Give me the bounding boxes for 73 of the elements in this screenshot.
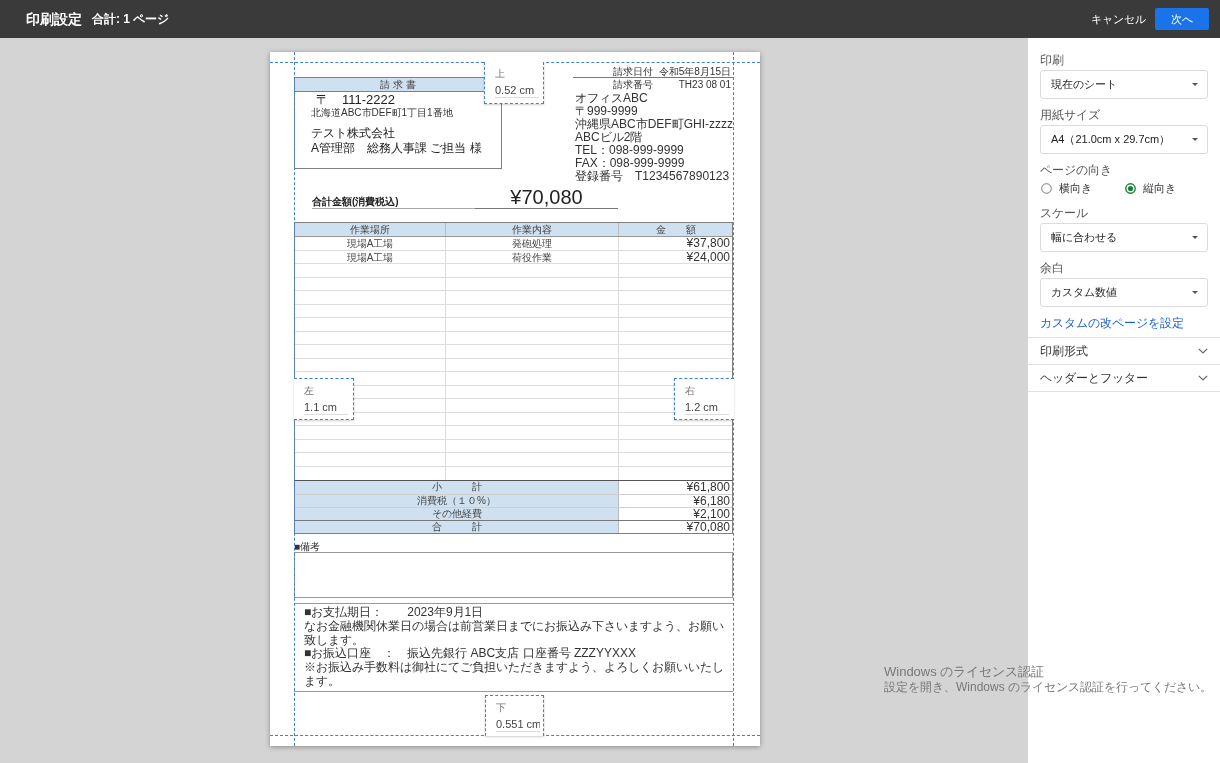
caret-icon (1192, 83, 1198, 86)
caret-icon (1192, 236, 1198, 239)
field-label: 余白 (1040, 261, 1064, 275)
margin-label: 下 (496, 702, 506, 714)
page-count: 合計: 1 ページ (92, 12, 170, 26)
column-header: 作業場所 (295, 223, 446, 236)
recipient-company: テスト株式会社 (311, 126, 395, 141)
table-cell: 現場A工場 (295, 250, 446, 264)
note-line: ■お支払期日： 2023年9月1日 (304, 606, 484, 620)
accordion-header[interactable]: 印刷形式 (1028, 337, 1220, 364)
caret-icon (1192, 291, 1198, 294)
dropdown[interactable]: A4（21.0cm x 29.7cm） (1040, 125, 1208, 154)
margin-popup[interactable]: 右 1.2 cm (674, 378, 734, 420)
totals-label: その他経費 (295, 508, 619, 520)
totals-label: 合 計 (295, 521, 619, 533)
field-value: TH23 08 01 (678, 79, 731, 90)
activation-notice-message: 設定を開き、Windows のライセンス認証を行ってください。 (884, 680, 1212, 695)
field-label: ページの向き (1040, 163, 1112, 177)
table-cell: 荷役作業 (446, 250, 619, 264)
margin-label: 左 (304, 385, 314, 397)
table-cell: 発砲処理 (446, 237, 619, 250)
column-header: 作業内容 (446, 223, 619, 236)
table-cell-text: ¥37,800 (685, 237, 731, 250)
totals-value: ¥6,180 (692, 495, 731, 507)
recipient-attention: A管理部 総務人事課 ご担当 様 (311, 141, 482, 156)
margin-label: 上 (495, 68, 505, 80)
issuer-line: 〒999-9999 (575, 105, 638, 118)
postal-code: 〒 111-2222 (315, 93, 395, 107)
field-label: 請求番号 (613, 79, 653, 90)
margin-input[interactable]: 1.2 cm (685, 400, 729, 415)
issuer-line: オフィスABC (575, 92, 648, 105)
table-cell-text: ¥24,000 (685, 250, 731, 264)
field-value: 令和5年8月15日 (658, 66, 731, 77)
remarks-label: ■備考 (294, 542, 321, 552)
field-label: スケール (1040, 206, 1088, 220)
cancel-button[interactable]: キャンセル (1086, 8, 1151, 30)
margin-label: 右 (685, 385, 695, 397)
margin-popup[interactable]: 上 0.52 cm (484, 62, 544, 104)
table-cell: 現場A工場 (295, 237, 446, 250)
field-label: 用紙サイズ (1040, 108, 1100, 122)
radio-option[interactable]: 縦向き (1124, 179, 1208, 197)
totals-value: ¥2,100 (692, 508, 731, 520)
total-amount: ¥70,080 (510, 186, 583, 208)
issuer-line: FAX：098-999-9999 (575, 157, 685, 170)
margin-popup[interactable]: 下 0.551 cm (485, 695, 544, 736)
totals-value: ¥70,080 (685, 521, 731, 533)
issuer-line: 沖縄県ABC市DEF町GHI-zzzz (575, 118, 733, 131)
issuer-line: 登録番号 T1234567890123 (575, 170, 730, 183)
total-label: 合計金額(消費税込) (312, 196, 399, 208)
margin-popup[interactable]: 左 1.1 cm (294, 378, 354, 420)
dropdown[interactable]: 現在のシート (1040, 70, 1208, 99)
margin-input[interactable]: 0.52 cm (495, 83, 539, 98)
issuer-line: ABCビル2階 (575, 131, 643, 144)
issuer-line: TEL：098-999-9999 (575, 144, 684, 157)
totals-label: 消費税（１０%） (295, 495, 619, 507)
margin-input[interactable]: 1.1 cm (304, 400, 348, 415)
field-label: 請求日付 (613, 66, 653, 77)
accordion-header[interactable]: ヘッダーとフッター (1028, 364, 1220, 391)
note-line: なお金融機関休業日の場合は前営業日までにお振込み下さいますよう、お願い致します。 (304, 619, 725, 647)
note-line: ■お振込口座 ： 振込先銀行 ABC支店 口座番号 ZZZYYXXX (304, 647, 636, 661)
activation-notice-title: Windows のライセンス認証 (884, 664, 1045, 680)
field-label: 印刷 (1040, 53, 1064, 67)
note-line: ※お振込み手数料は御社にてご負担いただきますよう、よろしくお願いいたします。 (304, 661, 725, 689)
caret-icon (1192, 138, 1198, 141)
window-title: 印刷設定 (26, 11, 82, 27)
page-break-link[interactable]: カスタムの改ページを設定 (1040, 316, 1184, 330)
margin-input[interactable]: 0.551 cm (496, 717, 540, 732)
dropdown[interactable]: 幅に合わせる (1040, 223, 1208, 252)
dropdown[interactable]: カスタム数値 (1040, 278, 1208, 307)
recipient-address: 北海道ABC市DEF町1丁目1番地 (311, 107, 453, 119)
column-header: 金 額 (654, 223, 697, 236)
radio-option[interactable]: 横向き (1040, 179, 1124, 197)
next-button[interactable]: 次へ (1155, 8, 1209, 30)
